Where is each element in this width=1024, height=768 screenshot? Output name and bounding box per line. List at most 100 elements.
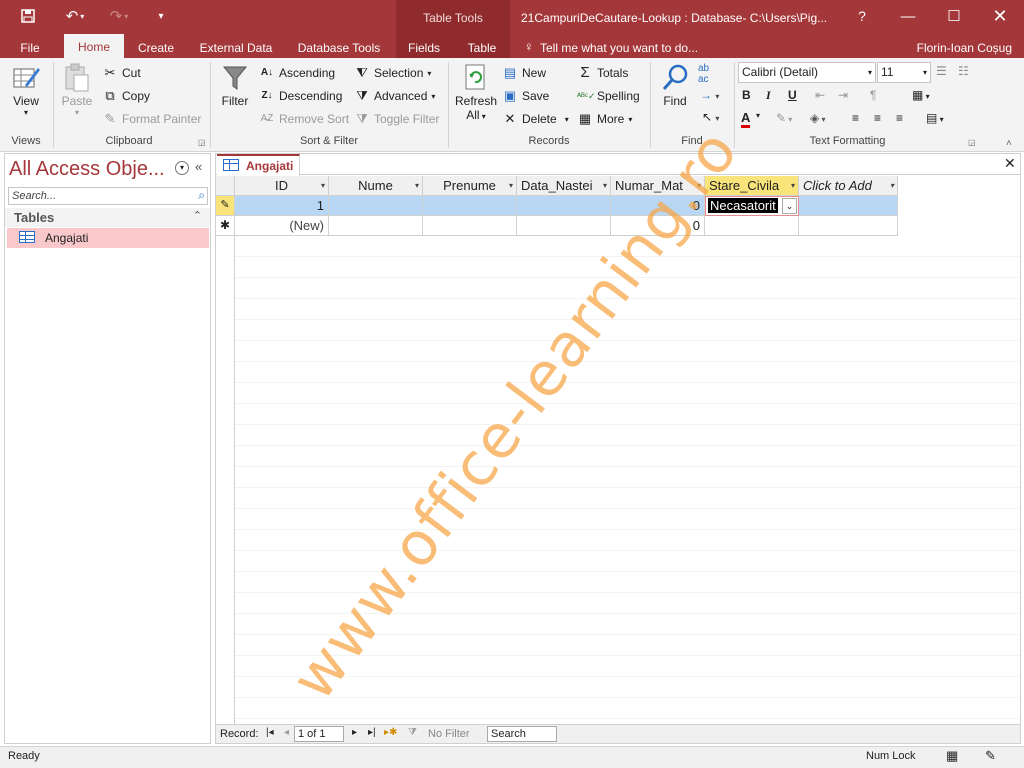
- design-view-icon[interactable]: ✎: [985, 748, 996, 764]
- italic-icon[interactable]: I: [766, 88, 771, 103]
- undo-icon[interactable]: ↶ ▾: [60, 6, 90, 26]
- combo-dropdown-chevron-icon[interactable]: ⌄: [782, 198, 797, 214]
- minimize-button[interactable]: —: [885, 0, 931, 32]
- tab-create[interactable]: Create: [130, 38, 182, 58]
- nav-group-tables[interactable]: Tables ⌃: [5, 208, 210, 227]
- view-button[interactable]: View ▾: [6, 62, 46, 117]
- column-dropdown-icon[interactable]: ▾: [697, 176, 701, 195]
- column-dropdown-icon[interactable]: ▾: [509, 176, 513, 195]
- customize-qat-icon[interactable]: ▾: [150, 6, 172, 26]
- new-blank-record-icon[interactable]: ▸✱: [384, 727, 397, 738]
- column-header-numar-mat[interactable]: Numar_Mat ▾: [611, 176, 705, 196]
- cell-new-click-to-add[interactable]: [799, 216, 898, 236]
- replace-icon[interactable]: ab ac: [698, 63, 709, 85]
- cell-stare-civila-combo[interactable]: Necasatorit ⌄: [705, 196, 799, 216]
- save-record-button[interactable]: ▣ Save: [502, 88, 550, 104]
- cell-nume[interactable]: [329, 196, 423, 216]
- text-formatting-launcher-icon[interactable]: ◲: [968, 138, 976, 147]
- column-dropdown-icon[interactable]: ▾: [415, 176, 419, 195]
- next-record-icon[interactable]: ▸: [352, 727, 357, 738]
- help-button[interactable]: ?: [839, 0, 885, 32]
- tab-file[interactable]: File: [10, 38, 50, 58]
- column-header-stare-civila[interactable]: Stare_Civila ▾: [705, 176, 799, 196]
- select-pointer-icon[interactable]: ↖ ▾: [702, 110, 719, 124]
- cell-data-nasterii[interactable]: [517, 196, 611, 216]
- font-size-combo[interactable]: 11 ▾: [877, 62, 931, 83]
- column-header-id[interactable]: ID ▾: [235, 176, 329, 196]
- selection-button[interactable]: ⧨ Selection ▾: [354, 65, 431, 81]
- align-right-icon[interactable]: ≡: [896, 111, 903, 125]
- last-record-icon[interactable]: ▸|: [368, 727, 376, 738]
- refresh-all-button[interactable]: Refresh All ▾: [454, 62, 498, 122]
- cell-prenume[interactable]: [423, 196, 517, 216]
- select-all-corner[interactable]: [216, 176, 235, 196]
- no-filter-label[interactable]: No Filter: [428, 728, 470, 740]
- column-header-prenume[interactable]: Prenume ▾: [423, 176, 517, 196]
- cell-new-id[interactable]: (New): [235, 216, 329, 236]
- new-record-button[interactable]: ▤ New: [502, 65, 546, 81]
- record-search-input[interactable]: Search: [487, 726, 557, 742]
- column-dropdown-icon[interactable]: ▾: [603, 176, 607, 195]
- tab-home[interactable]: Home: [64, 34, 124, 58]
- font-name-combo[interactable]: Calibri (Detail) ▾: [738, 62, 876, 83]
- cell-click-to-add[interactable]: [799, 196, 898, 216]
- cut-button[interactable]: ✂ Cut: [102, 65, 141, 81]
- spelling-button[interactable]: ᴬᴮᶜ✓ Spelling: [577, 88, 640, 104]
- descending-button[interactable]: Z↓ Descending: [259, 88, 342, 104]
- cell-new-prenume[interactable]: [423, 216, 517, 236]
- delete-record-button[interactable]: ✕ Delete ▾: [502, 111, 569, 127]
- collapse-group-icon[interactable]: ⌃: [193, 209, 202, 222]
- nav-item-angajati[interactable]: Angajati: [7, 228, 209, 248]
- column-dropdown-icon[interactable]: ▾: [890, 176, 894, 195]
- ascending-button[interactable]: A↓ Ascending: [259, 65, 335, 81]
- column-header-click-to-add[interactable]: Click to Add ▾: [799, 176, 898, 196]
- record-selector-edit-pencil-icon[interactable]: ✎: [216, 196, 235, 216]
- nav-search-input[interactable]: Search... ⌕: [8, 187, 208, 205]
- shutter-bar-close-icon[interactable]: «: [195, 159, 202, 174]
- gridlines-icon[interactable]: ▦ ▾: [912, 88, 930, 102]
- first-record-icon[interactable]: |◂: [266, 727, 274, 738]
- column-dropdown-icon[interactable]: ▾: [791, 176, 795, 195]
- copy-button[interactable]: ⧉ Copy: [102, 88, 150, 104]
- tab-external-data[interactable]: External Data: [192, 38, 280, 58]
- totals-button[interactable]: Σ Totals: [577, 65, 628, 81]
- font-color-dropdown[interactable]: ▾: [756, 111, 760, 120]
- find-button[interactable]: Find: [656, 62, 694, 108]
- column-dropdown-icon[interactable]: ▾: [321, 176, 325, 195]
- font-color-icon[interactable]: A: [741, 111, 751, 128]
- bold-icon[interactable]: B: [742, 88, 751, 102]
- fill-color-icon[interactable]: ◈ ▾: [810, 111, 825, 125]
- nav-pane-title[interactable]: All Access Obje...: [9, 158, 165, 181]
- cell-new-stare-civila[interactable]: [705, 216, 799, 236]
- align-left-icon[interactable]: ≡: [852, 111, 859, 125]
- align-center-icon[interactable]: ≡: [874, 111, 881, 125]
- column-header-data-nasterii[interactable]: Data_Nastei ▾: [517, 176, 611, 196]
- more-button[interactable]: ▦ More ▾: [577, 111, 633, 127]
- alternate-row-color-icon[interactable]: ▤ ▾: [926, 111, 944, 125]
- collapse-ribbon-icon[interactable]: ˄: [1006, 138, 1012, 149]
- advanced-button[interactable]: ⧩ Advanced ▾: [354, 88, 435, 104]
- new-record-asterisk-icon[interactable]: ✱: [216, 216, 235, 236]
- tab-fields[interactable]: Fields: [402, 38, 446, 58]
- tab-database-tools[interactable]: Database Tools: [290, 38, 388, 58]
- record-position-input[interactable]: 1 of 1: [294, 726, 344, 742]
- cell-new-nume[interactable]: [329, 216, 423, 236]
- close-window-button[interactable]: ✕: [977, 0, 1023, 32]
- cell-id[interactable]: 1: [235, 196, 329, 216]
- goto-arrow-icon[interactable]: → ▾: [700, 88, 719, 102]
- tab-table[interactable]: Table: [460, 38, 504, 58]
- column-header-nume[interactable]: Nume ▾: [329, 176, 423, 196]
- tell-me-search[interactable]: Tell me what you want to do...: [540, 38, 710, 58]
- filter-button[interactable]: Filter: [216, 62, 254, 108]
- cell-new-data-nasterii[interactable]: [517, 216, 611, 236]
- document-tab-angajati[interactable]: Angajati: [217, 154, 300, 176]
- clipboard-launcher-icon[interactable]: ◲: [198, 138, 206, 147]
- underline-icon[interactable]: U: [788, 88, 797, 102]
- datasheet-view-icon[interactable]: ▦: [946, 748, 958, 764]
- search-icon[interactable]: ⌕: [198, 188, 205, 203]
- cell-numar-mat[interactable]: 0: [611, 196, 705, 216]
- maximize-button[interactable]: ☐: [931, 0, 977, 32]
- close-document-icon[interactable]: ✕: [1004, 155, 1016, 172]
- cell-new-numar-mat[interactable]: 0: [611, 216, 705, 236]
- user-name[interactable]: Florin-Ioan Coșug: [900, 38, 1020, 58]
